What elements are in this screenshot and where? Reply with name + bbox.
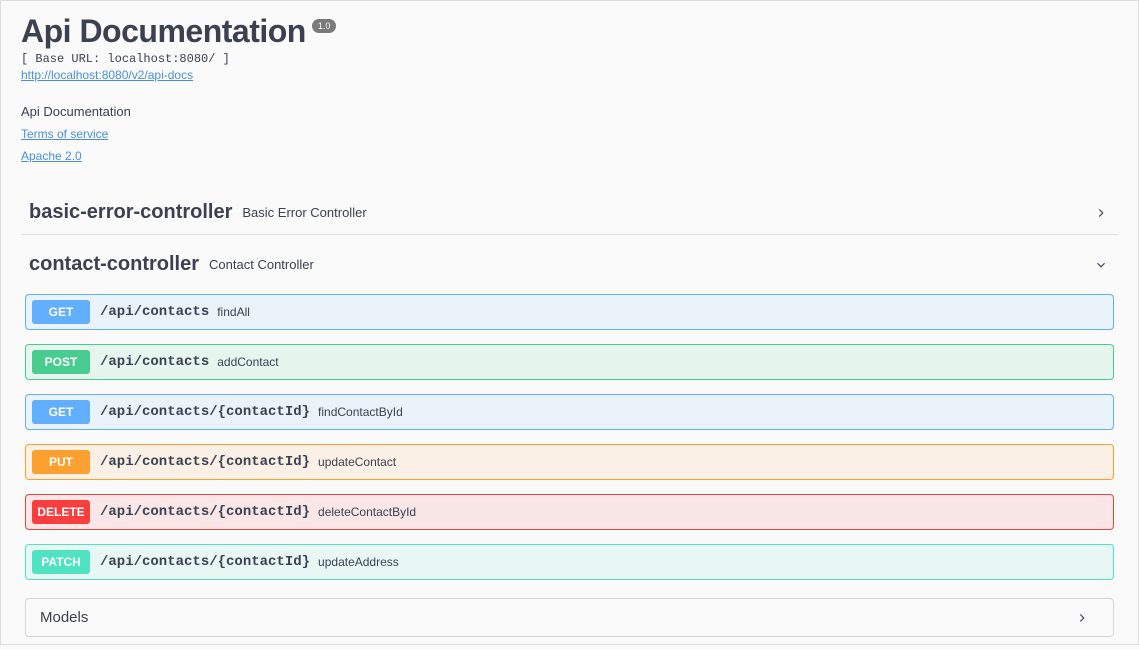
operation-path: /api/contacts [100,354,209,370]
operation-row[interactable]: POST/api/contacts addContact [25,344,1114,380]
terms-of-service-link[interactable]: Terms of service [21,127,1118,141]
chevron-down-icon [1094,258,1108,272]
operation-summary: updateAddress [318,555,399,569]
page-title: Api Documentation [21,13,306,50]
chevron-right-icon [1094,206,1108,220]
version-badge: 1.0 [312,19,337,33]
operation-row[interactable]: PUT/api/contacts/{contactId} updateContac… [25,444,1114,480]
operation-summary: deleteContactById [318,505,416,519]
operation-row[interactable]: GET/api/contacts findAll [25,294,1114,330]
operation-path: /api/contacts [100,304,209,320]
operation-path: /api/contacts/{contactId} [100,554,310,570]
models-title: Models [40,609,88,626]
http-method-badge: POST [32,350,90,374]
operation-row[interactable]: PATCH/api/contacts/{contactId} updateAddr… [25,544,1114,580]
api-docs-link[interactable]: http://localhost:8080/v2/api-docs [21,68,193,82]
http-method-badge: DELETE [32,500,90,524]
operation-summary: updateContact [318,455,396,469]
tag-description: Contact Controller [209,257,314,272]
operation-path: /api/contacts/{contactId} [100,454,310,470]
operation-path: /api/contacts/{contactId} [100,404,310,420]
license-link[interactable]: Apache 2.0 [21,149,1118,163]
tag-basic-error-controller[interactable]: basic-error-controller Basic Error Contr… [21,193,1118,235]
operation-summary: findAll [217,305,250,319]
operation-summary: findContactById [318,405,403,419]
tag-description: Basic Error Controller [242,205,366,220]
api-description: Api Documentation [21,104,1118,119]
operation-row[interactable]: DELETE/api/contacts/{contactId} deleteCon… [25,494,1114,530]
operation-row[interactable]: GET/api/contacts/{contactId} findContactB… [25,394,1114,430]
operation-path: /api/contacts/{contactId} [100,504,310,520]
http-method-badge: PATCH [32,550,90,574]
tag-contact-controller[interactable]: contact-controller Contact Controller [21,245,1118,286]
http-method-badge: PUT [32,450,90,474]
tag-name: basic-error-controller [29,201,232,224]
models-section[interactable]: Models [25,598,1114,637]
tag-name: contact-controller [29,253,199,276]
operation-summary: addContact [217,355,278,369]
http-method-badge: GET [32,300,90,324]
http-method-badge: GET [32,400,90,424]
base-url: [ Base URL: localhost:8080/ ] [21,52,1118,66]
chevron-right-icon [1075,611,1089,625]
